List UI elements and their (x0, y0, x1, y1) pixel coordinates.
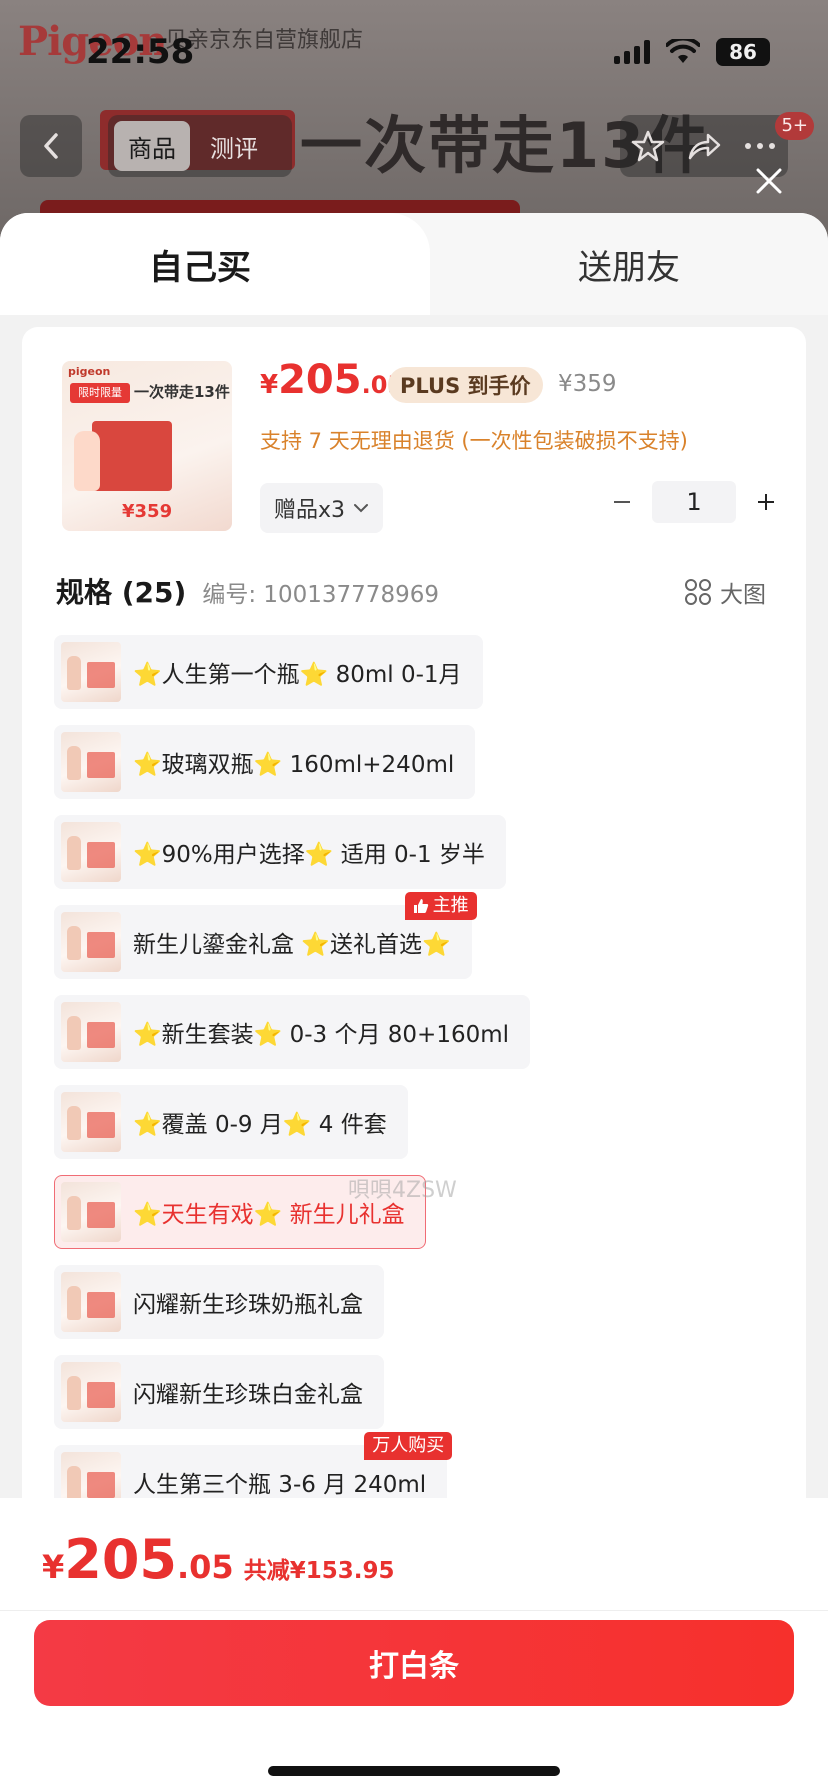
spec-thumbnail (61, 1362, 121, 1422)
plus-price-tag: PLUS 到手价 (388, 367, 543, 403)
signal-icon (614, 40, 650, 64)
home-indicator (268, 1766, 560, 1776)
product-card: pigeon 限时限量 一次带走13件 ¥359 ¥ 205 .05 PLUS … (22, 327, 806, 1627)
spec-option-label: ⭐人生第一个瓶⭐ 80ml 0-1月 (133, 662, 462, 688)
product-thumbnail[interactable]: pigeon 限时限量 一次带走13件 ¥359 (62, 361, 232, 531)
page-nav-tabs: 商品 测评 (108, 115, 292, 177)
thumb-title: 一次带走13件 (134, 383, 230, 401)
product-code: 编号: 100137778969 (202, 582, 439, 608)
thumb-badge: 限时限量 (70, 383, 130, 403)
spec-option-label: ⭐玻璃双瓶⭐ 160ml+240ml (133, 752, 455, 778)
thumb-bottle (74, 431, 100, 491)
footer-price-integer: 205 (64, 1528, 177, 1591)
footer-price-decimal: .05 (177, 1548, 234, 1586)
plus-icon (758, 494, 774, 510)
spec-thumbnail (61, 822, 121, 882)
spec-option-label: ⭐新生套装⭐ 0-3 个月 80+160ml (133, 1022, 510, 1048)
spec-thumbnail (61, 732, 121, 792)
spec-thumbnail (61, 642, 121, 702)
total-savings: 共减¥153.95 (243, 1558, 395, 1584)
quantity-input[interactable]: 1 (652, 481, 736, 523)
spec-title: 规格 (25) (56, 576, 187, 609)
more-icon[interactable] (743, 141, 777, 151)
tab-review[interactable]: 测评 (196, 121, 272, 171)
grid-icon (685, 579, 711, 605)
recommend-badge-label: 主推 (432, 895, 469, 916)
spec-option[interactable]: 新生儿鎏金礼盒 ⭐送礼首选⭐ 主推 (54, 892, 477, 979)
cart-count-badge: 5+ (775, 112, 814, 140)
return-policy: 支持 7 天无理由退货 (一次性包装破损不支持) (260, 429, 688, 453)
spec-option[interactable]: ⭐90%用户选择⭐ 适用 0-1 岁半 (54, 815, 506, 889)
divider (0, 1610, 828, 1611)
battery-icon: 86 (716, 38, 770, 66)
pay-button-label: 打白条 (369, 1649, 459, 1684)
tab-product[interactable]: 商品 (114, 121, 190, 171)
spec-option[interactable]: 闪耀新生珍珠奶瓶礼盒 (54, 1265, 384, 1339)
thumbs-up-icon (413, 899, 428, 913)
spec-thumbnail (61, 1002, 121, 1062)
spec-thumbnail (61, 1182, 121, 1242)
spec-thumbnail (61, 912, 121, 972)
gift-label: 赠品x3 (274, 498, 346, 523)
tab-buy-self[interactable]: 自己买 (0, 213, 430, 315)
big-view-button[interactable]: 大图 (684, 575, 766, 609)
close-icon[interactable] (754, 166, 784, 196)
chevron-down-icon (354, 504, 369, 513)
pay-button[interactable]: 打白条 (34, 1620, 794, 1706)
spec-option-label: 闪耀新生珍珠白金礼盒 (133, 1382, 363, 1408)
spec-option[interactable]: 闪耀新生珍珠白金礼盒 (54, 1355, 384, 1429)
decrease-button[interactable] (602, 482, 642, 522)
star-icon[interactable] (631, 129, 665, 163)
spec-option[interactable]: ⭐覆盖 0-9 月⭐ 4 件套 (54, 1085, 408, 1159)
watermark: 唄唄4ZSW (348, 1178, 457, 1203)
price-integer: 205 (278, 357, 362, 403)
chevron-left-icon (44, 133, 58, 159)
footer-price: ¥ 205 .05 共减¥153.95 (42, 1528, 394, 1591)
footer-price-currency: ¥ (42, 1548, 65, 1586)
spec-option-label: 人生第三个瓶 3-6 月 240ml (133, 1472, 427, 1498)
gift-selector[interactable]: 赠品x3 (260, 483, 384, 533)
thumb-price: ¥359 (122, 501, 173, 522)
spec-option-label: ⭐覆盖 0-9 月⭐ 4 件套 (133, 1112, 387, 1138)
spec-header: 规格 (25) 编号: 100137778969 (56, 571, 439, 611)
spec-option-label: ⭐90%用户选择⭐ 适用 0-1 岁半 (133, 842, 485, 868)
status-icons: 86 (614, 38, 770, 66)
price-currency: ¥ (260, 370, 279, 400)
spec-thumbnail (61, 1092, 121, 1152)
current-price: ¥ 205 .05 (260, 357, 404, 403)
minus-icon (614, 501, 630, 503)
quantity-stepper: 1 (602, 481, 786, 523)
spec-thumbnail (61, 1272, 121, 1332)
wifi-icon (666, 39, 700, 63)
original-price: ¥359 (558, 371, 617, 397)
spec-option[interactable]: ⭐人生第一个瓶⭐ 80ml 0-1月 (54, 635, 483, 709)
recommend-badge: 主推 (404, 892, 477, 920)
share-icon[interactable] (686, 130, 722, 162)
bestseller-badge: 万人购买 (364, 1432, 453, 1460)
spec-option-label: 新生儿鎏金礼盒 ⭐送礼首选⭐ (133, 932, 451, 958)
tab-gift-friend-label: 送朋友 (578, 247, 680, 288)
purchase-mode-tabs: 送朋友 自己买 (0, 213, 828, 315)
big-view-label: 大图 (720, 582, 766, 608)
tab-gift-friend[interactable]: 送朋友 (430, 213, 828, 315)
checkout-footer: ¥ 205 .05 共减¥153.95 打白条 (0, 1498, 828, 1792)
thumb-gift-box (92, 421, 172, 491)
spec-option[interactable]: ⭐玻璃双瓶⭐ 160ml+240ml (54, 725, 476, 799)
status-bar: 22:58 86 (0, 0, 828, 100)
increase-button[interactable] (746, 482, 786, 522)
spec-option[interactable]: ⭐新生套装⭐ 0-3 个月 80+160ml (54, 995, 531, 1069)
back-button[interactable] (20, 115, 82, 177)
tab-buy-self-label: 自己买 (149, 247, 251, 288)
spec-options-list: ⭐人生第一个瓶⭐ 80ml 0-1月 ⭐玻璃双瓶⭐ 160ml+240ml ⭐9… (54, 635, 774, 1535)
status-time: 22:58 (86, 32, 195, 72)
spec-option-label: 闪耀新生珍珠奶瓶礼盒 (133, 1292, 363, 1318)
thumb-brand: pigeon (68, 365, 111, 378)
